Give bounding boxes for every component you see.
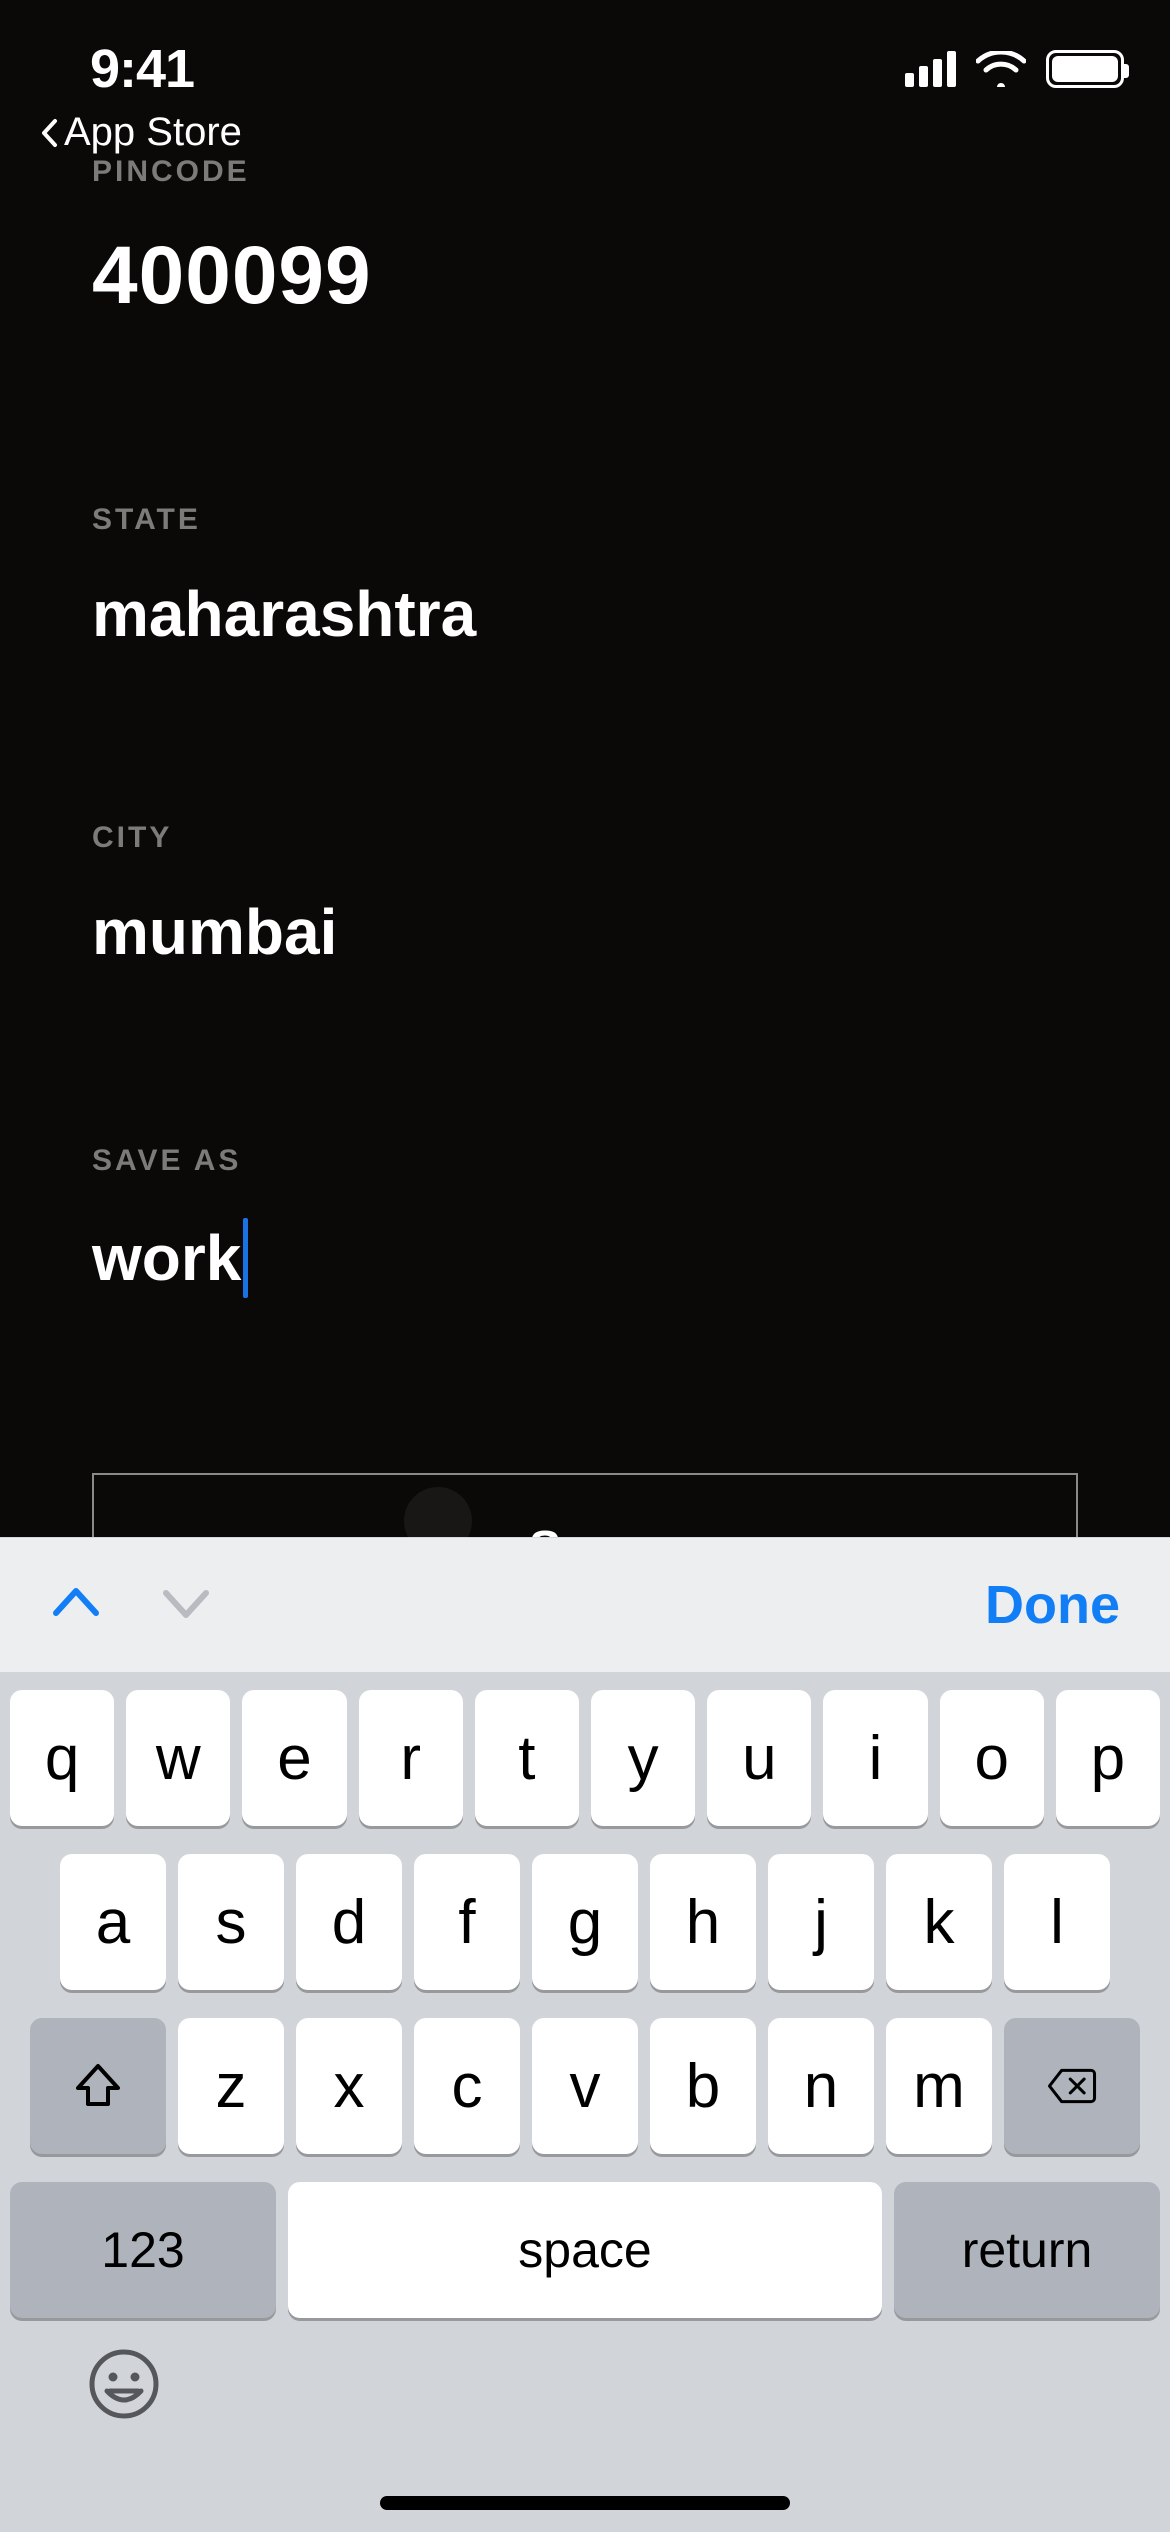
state-field[interactable]: STATE maharashtra <box>92 503 1078 651</box>
chevron-down-icon <box>160 1577 212 1629</box>
status-bar: 9:41 App Store <box>0 0 1170 110</box>
key-y[interactable]: y <box>591 1690 695 1826</box>
emoji-key[interactable] <box>88 2348 160 2425</box>
chevron-up-icon <box>50 1577 102 1629</box>
pincode-value[interactable]: 400099 <box>92 229 1078 323</box>
state-label: STATE <box>92 503 1078 537</box>
back-to-app-store[interactable]: App Store <box>40 110 242 155</box>
key-s[interactable]: s <box>178 1854 284 1990</box>
key-z[interactable]: z <box>178 2018 284 2154</box>
key-o[interactable]: o <box>940 1690 1044 1826</box>
breadcrumb-label: App Store <box>64 110 242 155</box>
return-key[interactable]: return <box>894 2182 1160 2318</box>
keyboard-keys: q w e r t y u i o p a s d f g h j k l <box>0 1672 1170 2532</box>
save-as-label: SAVE AS <box>92 1144 1078 1178</box>
shift-icon <box>72 2060 124 2112</box>
prev-field-button[interactable] <box>50 1577 102 1634</box>
key-x[interactable]: x <box>296 2018 402 2154</box>
numeric-key[interactable]: 123 <box>10 2182 276 2318</box>
key-p[interactable]: p <box>1056 1690 1160 1826</box>
text-caret <box>243 1218 248 1298</box>
status-time: 9:41 <box>90 38 194 100</box>
emoji-icon <box>88 2348 160 2420</box>
space-key[interactable]: space <box>288 2182 882 2318</box>
save-as-field[interactable]: SAVE AS work <box>92 1144 1078 1298</box>
key-v[interactable]: v <box>532 2018 638 2154</box>
keyboard-toolbar: Done <box>0 1537 1170 1672</box>
keyboard-bottom <box>10 2318 1160 2498</box>
address-form: PINCODE 400099 STATE maharashtra CITY mu… <box>0 155 1170 1623</box>
key-e[interactable]: e <box>242 1690 346 1826</box>
pincode-field[interactable]: PINCODE 400099 <box>92 155 1078 323</box>
key-n[interactable]: n <box>768 2018 874 2154</box>
cellular-signal-icon <box>905 51 956 87</box>
key-h[interactable]: h <box>650 1854 756 1990</box>
keyboard: Done q w e r t y u i o p a s d f g h j k… <box>0 1537 1170 2532</box>
save-as-text: work <box>92 1221 241 1295</box>
backspace-key[interactable] <box>1004 2018 1140 2154</box>
city-value[interactable]: mumbai <box>92 895 1078 969</box>
key-r[interactable]: r <box>359 1690 463 1826</box>
city-label: CITY <box>92 821 1078 855</box>
city-field[interactable]: CITY mumbai <box>92 821 1078 969</box>
key-f[interactable]: f <box>414 1854 520 1990</box>
key-m[interactable]: m <box>886 2018 992 2154</box>
key-d[interactable]: d <box>296 1854 402 1990</box>
key-j[interactable]: j <box>768 1854 874 1990</box>
next-field-button[interactable] <box>160 1577 212 1634</box>
key-l[interactable]: l <box>1004 1854 1110 1990</box>
backspace-icon <box>1046 2060 1098 2112</box>
home-indicator[interactable] <box>380 2496 790 2510</box>
save-as-value[interactable]: work <box>92 1218 1078 1298</box>
wifi-icon <box>976 51 1026 87</box>
key-q[interactable]: q <box>10 1690 114 1826</box>
state-value[interactable]: maharashtra <box>92 577 1078 651</box>
battery-icon <box>1046 50 1124 88</box>
shift-key[interactable] <box>30 2018 166 2154</box>
chevron-left-icon <box>40 118 58 148</box>
pincode-label: PINCODE <box>92 155 1078 189</box>
key-b[interactable]: b <box>650 2018 756 2154</box>
key-w[interactable]: w <box>126 1690 230 1826</box>
keyboard-row-3: z x c v b n m <box>10 2018 1160 2154</box>
keyboard-row-4: 123 space return <box>10 2182 1160 2318</box>
keyboard-done-button[interactable]: Done <box>985 1574 1120 1636</box>
key-u[interactable]: u <box>707 1690 811 1826</box>
key-i[interactable]: i <box>823 1690 927 1826</box>
key-g[interactable]: g <box>532 1854 638 1990</box>
key-a[interactable]: a <box>60 1854 166 1990</box>
key-t[interactable]: t <box>475 1690 579 1826</box>
keyboard-row-2: a s d f g h j k l <box>10 1854 1160 1990</box>
status-right <box>905 50 1124 88</box>
key-k[interactable]: k <box>886 1854 992 1990</box>
keyboard-row-1: q w e r t y u i o p <box>10 1690 1160 1826</box>
key-c[interactable]: c <box>414 2018 520 2154</box>
